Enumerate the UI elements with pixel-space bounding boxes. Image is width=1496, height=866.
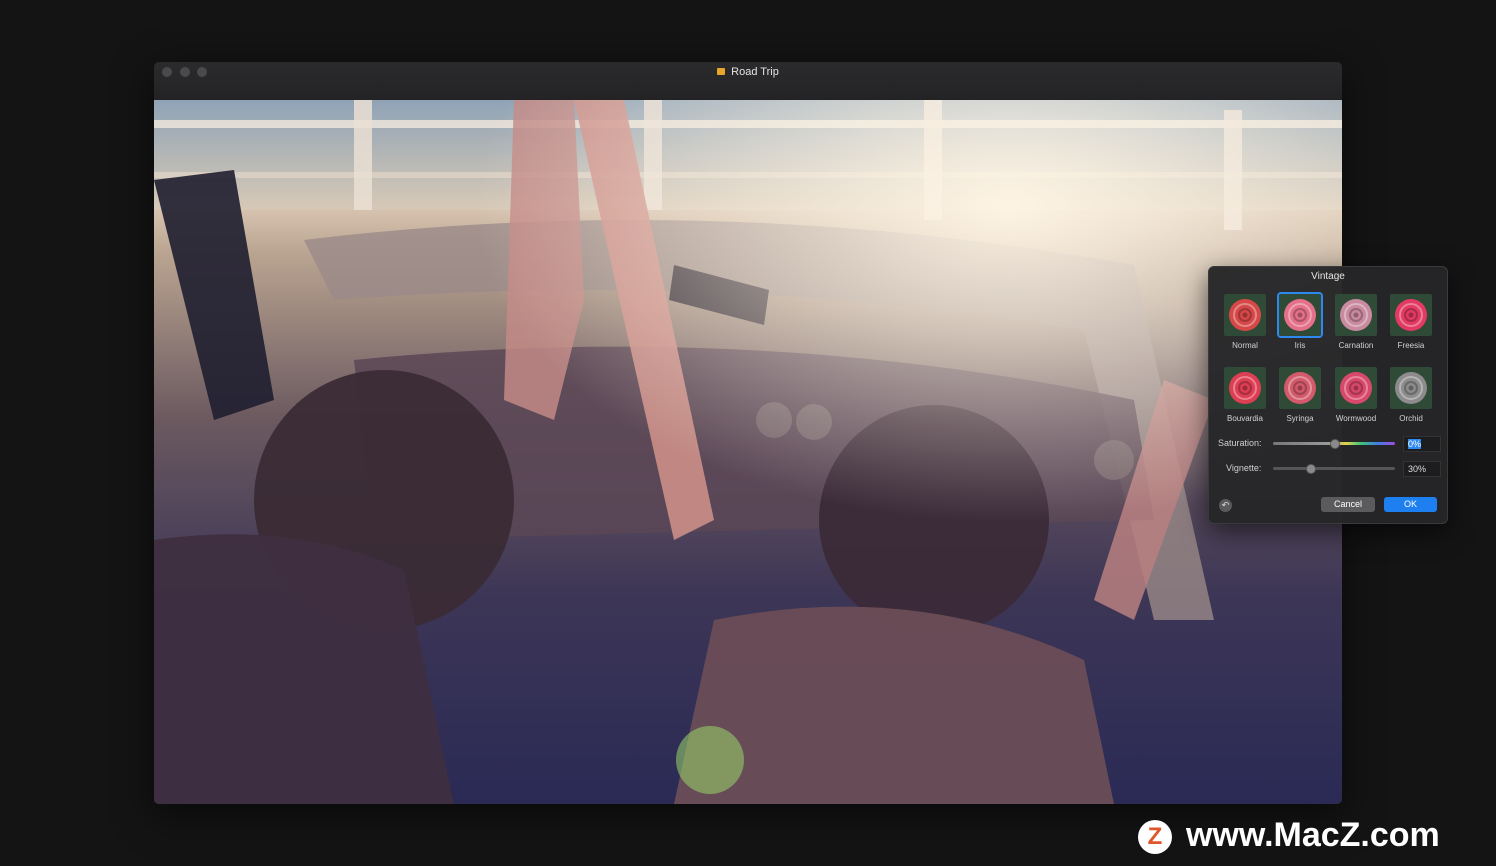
document-icon (717, 68, 726, 75)
cancel-button[interactable]: Cancel (1321, 497, 1375, 512)
main-window: Road Trip (154, 62, 1342, 804)
preset-label: Bouvardia (1226, 414, 1264, 423)
preset-thumbnail-rose-icon (1388, 365, 1434, 411)
panel-title: Vintage (1311, 271, 1345, 282)
preset-carnation[interactable]: Carnation (1331, 292, 1381, 350)
preset-thumbnail-rose-icon (1277, 365, 1323, 411)
title-bar: Road Trip (154, 62, 1342, 101)
preset-thumbnail-rose-icon (1388, 292, 1434, 338)
preset-syringa[interactable]: Syringa (1275, 365, 1325, 423)
watermark: Zwww.MacZ.com (1138, 816, 1440, 856)
preset-thumbnail-rose-icon (1333, 292, 1379, 338)
watermark-logo-icon: Z (1138, 820, 1172, 855)
preset-iris[interactable]: Iris (1275, 292, 1325, 350)
photo-canvas[interactable] (154, 100, 1342, 804)
saturation-label: Saturation: (1218, 438, 1262, 448)
saturation-slider-knob[interactable] (1330, 439, 1340, 449)
preset-label: Carnation (1338, 341, 1374, 350)
preset-label: Syringa (1286, 414, 1314, 423)
saturation-field[interactable]: 0% (1403, 436, 1441, 452)
preset-thumbnail-rose-icon (1222, 292, 1268, 338)
preset-normal[interactable]: Normal (1220, 292, 1270, 350)
preset-wormwood[interactable]: Wormwood (1331, 365, 1381, 423)
window-title: Road Trip (154, 65, 1342, 79)
vintage-panel: Vintage Normal Iris Carnation Freesia Bouvar… (1208, 266, 1448, 524)
watermark-text: www.MacZ.com (1186, 816, 1440, 854)
preset-label: Freesia (1397, 341, 1425, 350)
vignette-field[interactable]: 30% (1403, 461, 1441, 477)
saturation-value: 0% (1408, 439, 1422, 449)
ok-button[interactable]: OK (1384, 497, 1437, 512)
preset-label: Wormwood (1335, 414, 1377, 423)
vignette-value: 30% (1408, 464, 1427, 474)
photo-illustration (154, 100, 1342, 804)
preset-freesia[interactable]: Freesia (1386, 292, 1436, 350)
window-title-text: Road Trip (731, 66, 779, 78)
preset-orchid[interactable]: Orchid (1386, 365, 1436, 423)
preset-bouvardia[interactable]: Bouvardia (1220, 365, 1270, 423)
preset-thumbnail-rose-icon (1277, 292, 1323, 338)
preset-thumbnail-rose-icon (1333, 365, 1379, 411)
preset-label: Iris (1294, 341, 1306, 350)
vignette-slider-knob[interactable] (1305, 464, 1316, 474)
preset-label: Orchid (1399, 414, 1423, 423)
vignette-track[interactable] (1273, 467, 1395, 470)
undo-icon[interactable]: ↶ (1219, 499, 1232, 512)
preset-thumbnail-rose-icon (1222, 365, 1268, 411)
vignette-label: Vignette: (1226, 463, 1262, 473)
preset-label: Normal (1232, 341, 1258, 350)
